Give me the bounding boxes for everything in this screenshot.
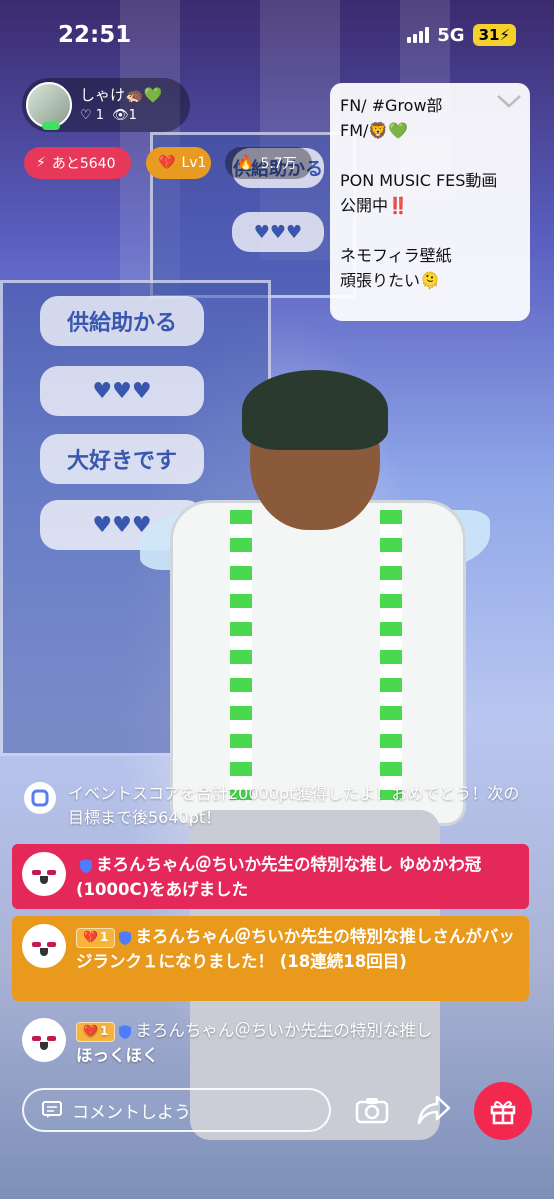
stream-notes-card[interactable]: FN/ #Grow部 FM/🦁💚 PON MUSIC FES動画 公開中‼️ ネ… — [330, 83, 530, 321]
badge-rank-message[interactable]: 💔 1 まろんちゃん＠ちいか先生の特別な推しさんがバッジランク１になりました！ (1… — [12, 916, 529, 1001]
level-badge: 💔 1 — [76, 927, 116, 948]
badge-message-text: まろんちゃん＠ちいか先生の特別な推しさんがバッジランク１になりました！ (18連… — [76, 927, 515, 971]
points-pill[interactable]: 🔥 5.7万 — [225, 147, 312, 179]
level-label: Lv1 — [181, 155, 207, 171]
live-indicator — [42, 122, 60, 130]
camera-button[interactable] — [352, 1090, 392, 1130]
notes-line: FM/🦁💚 — [340, 121, 409, 140]
gift-message-text: まろんちゃん＠ちいか先生の特別な推し ゆめかわ冠(1000C)をあげました — [76, 855, 482, 899]
share-icon — [417, 1095, 451, 1125]
comment-icon — [42, 1101, 62, 1118]
heart-icon: ♡ — [80, 108, 92, 123]
level-badge: 💔 1 — [76, 1021, 116, 1042]
level-pill[interactable]: 💔 Lv1 — [146, 147, 211, 179]
system-message-text: イベントスコアを合計20000pt獲得したよ！おめでとう！次の目標まで後5640… — [68, 784, 520, 827]
notes-line: 公開中‼️ — [340, 196, 408, 215]
battery-level: 31 — [478, 26, 500, 44]
signal-icon — [407, 27, 430, 43]
notes-line: FN/ #Grow部 — [340, 96, 443, 115]
shield-icon — [119, 1024, 132, 1039]
points-label: 5.7万 — [260, 156, 297, 172]
avatar[interactable] — [22, 852, 66, 896]
hearts-count: ♡ 1 — [80, 108, 105, 123]
event-remaining-pill[interactable]: ⚡ あと5640 — [24, 147, 131, 179]
background-bubble: ♥♥♥ — [232, 212, 324, 252]
comment-placeholder: コメントしよう — [72, 1102, 191, 1123]
broken-heart-icon: 💔 — [83, 1024, 98, 1038]
system-message: イベントスコアを合計20000pt獲得したよ！おめでとう！次の目標まで後5640… — [24, 782, 534, 830]
comment-input[interactable]: コメントしよう — [22, 1088, 331, 1132]
camera-icon — [355, 1098, 389, 1124]
share-button[interactable] — [414, 1090, 454, 1130]
avatar[interactable] — [22, 924, 66, 968]
comment-text: ほっくほく — [76, 1046, 159, 1065]
event-logo-icon — [24, 782, 56, 814]
shield-icon — [119, 930, 132, 945]
notes-line: PON MUSIC FES動画 — [340, 171, 498, 190]
chevron-down-icon[interactable] — [496, 93, 522, 109]
status-bar: 22:51 5G 31⚡ — [0, 0, 554, 72]
streamer-name: しゃけ🦔💚 — [80, 86, 163, 104]
notes-line — [340, 143, 520, 168]
eye-icon: 👁 — [112, 108, 129, 123]
broken-heart-icon: 💔 — [83, 930, 98, 944]
gift-message[interactable]: まろんちゃん＠ちいか先生の特別な推し ゆめかわ冠(1000C)をあげました — [12, 844, 529, 909]
gift-button[interactable] — [474, 1082, 532, 1140]
avatar[interactable] — [22, 1018, 66, 1062]
avatar[interactable] — [26, 82, 72, 130]
viewer-count: 👁1 — [112, 108, 137, 123]
chat-comment[interactable]: 💔 1 まろんちゃん＠ちいか先生の特別な推し ほっくほく — [12, 1010, 529, 1070]
shield-icon — [80, 858, 92, 873]
notes-line: 頑張りたい🫠 — [340, 271, 440, 290]
clock: 22:51 — [58, 22, 132, 48]
lightning-icon: ⚡ — [36, 155, 46, 171]
network-type: 5G — [437, 24, 465, 46]
broken-heart-icon: 💔 — [158, 155, 176, 171]
battery-icon: 31⚡ — [472, 24, 516, 46]
background-bubble: 供給助かる — [40, 296, 204, 346]
streamer-profile-card[interactable]: しゃけ🦔💚 ♡ 1 👁1 — [22, 78, 190, 132]
remaining-label: あと5640 — [51, 156, 116, 172]
notes-line: ネモフィラ壁紙 — [340, 246, 452, 265]
gift-icon — [490, 1101, 516, 1125]
flame-icon: 🔥 — [237, 155, 255, 171]
notes-line — [340, 218, 520, 243]
comment-username: まろんちゃん＠ちいか先生の特別な推し — [135, 1021, 433, 1040]
